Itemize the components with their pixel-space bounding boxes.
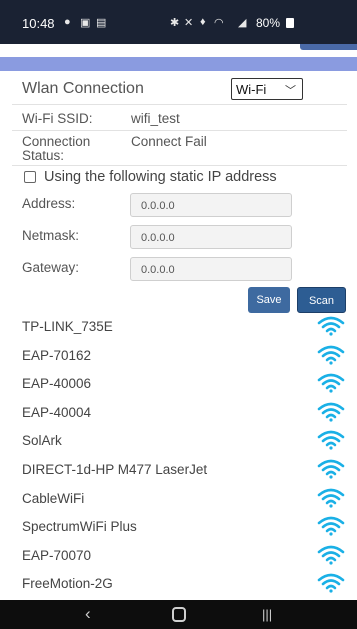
divider xyxy=(12,165,347,166)
wifi-signal-icon xyxy=(317,373,345,393)
wifi-signal-icon xyxy=(317,459,345,479)
status-label-line1: Connection xyxy=(22,134,91,149)
save-button[interactable]: Save xyxy=(248,287,290,313)
network-name[interactable]: CableWiFi xyxy=(22,491,84,506)
wifi-signal-icon xyxy=(317,316,345,336)
address-label: Address: xyxy=(22,196,76,211)
wifi-status-icon: ◠ xyxy=(214,17,224,29)
back-button[interactable]: ‹ xyxy=(85,604,91,624)
network-name[interactable]: SpectrumWiFi Plus xyxy=(22,519,137,534)
wifi-signal-icon xyxy=(317,402,345,422)
ssid-value: wifi_test xyxy=(131,111,180,126)
divider xyxy=(12,130,347,131)
network-name[interactable]: SolArk xyxy=(22,433,62,448)
signal-icon: ◢ xyxy=(238,17,247,29)
network-name[interactable]: EAP-70162 xyxy=(22,348,91,363)
chevron-down-icon: ﹀ xyxy=(285,85,296,97)
recent-apps-button[interactable]: ||| xyxy=(262,607,272,622)
section-title: Wlan Connection xyxy=(22,80,144,97)
mute-icon: ✕ xyxy=(184,17,194,29)
location-icon: ● xyxy=(64,16,71,28)
wifi-signal-icon xyxy=(317,516,345,536)
navigation-bar: ‹ ||| xyxy=(0,600,357,629)
status-time: 10:48 xyxy=(22,16,55,31)
network-name[interactable]: FreeMotion-2G xyxy=(22,576,113,591)
divider xyxy=(12,104,347,105)
bluetooth-icon: ✱ xyxy=(170,17,180,29)
wifi-signal-icon xyxy=(317,431,345,450)
status-bar: 10:48 ● ▣ ▤ ✱ ✕ ♦ ◠ ◢ 80% xyxy=(0,0,357,44)
header-button-stub[interactable] xyxy=(300,44,357,50)
netmask-input[interactable]: 0.0.0.0 xyxy=(130,225,292,249)
address-input[interactable]: 0.0.0.0 xyxy=(130,193,292,217)
gallery-icon: ▤ xyxy=(96,17,107,29)
wifi-signal-icon xyxy=(317,545,345,565)
wifi-signal-icon xyxy=(317,574,345,593)
wifi-signal-icon xyxy=(317,488,345,508)
static-ip-checkbox[interactable] xyxy=(24,171,36,183)
battery-icon xyxy=(286,18,294,28)
network-name[interactable]: TP-LINK_735E xyxy=(22,319,113,334)
connection-mode-select[interactable]: Wi-Fi ﹀ xyxy=(231,78,303,100)
status-label-line2: Status: xyxy=(22,148,65,163)
network-name[interactable]: DIRECT-1d-HP M477 LaserJet xyxy=(22,462,207,477)
network-name[interactable]: EAP-70070 xyxy=(22,548,91,563)
static-ip-label[interactable]: Using the following static IP address xyxy=(44,169,277,185)
home-button[interactable] xyxy=(172,607,186,622)
wifi-signal-icon xyxy=(317,345,345,365)
network-name[interactable]: EAP-40004 xyxy=(22,405,91,420)
ssid-label: Wi-Fi SSID: xyxy=(22,111,93,126)
location-pin-icon: ♦ xyxy=(200,16,206,28)
section-header-bar xyxy=(0,57,357,71)
netmask-label: Netmask: xyxy=(22,228,80,243)
gateway-input[interactable]: 0.0.0.0 xyxy=(130,257,292,281)
connection-mode-value: Wi-Fi xyxy=(236,82,267,97)
status-value: Connect Fail xyxy=(131,134,207,149)
scan-button[interactable]: Scan xyxy=(297,287,346,313)
gateway-label: Gateway: xyxy=(22,260,80,275)
network-name[interactable]: EAP-40006 xyxy=(22,376,91,391)
image-icon: ▣ xyxy=(80,17,91,29)
battery-percent: 80% xyxy=(256,16,281,30)
